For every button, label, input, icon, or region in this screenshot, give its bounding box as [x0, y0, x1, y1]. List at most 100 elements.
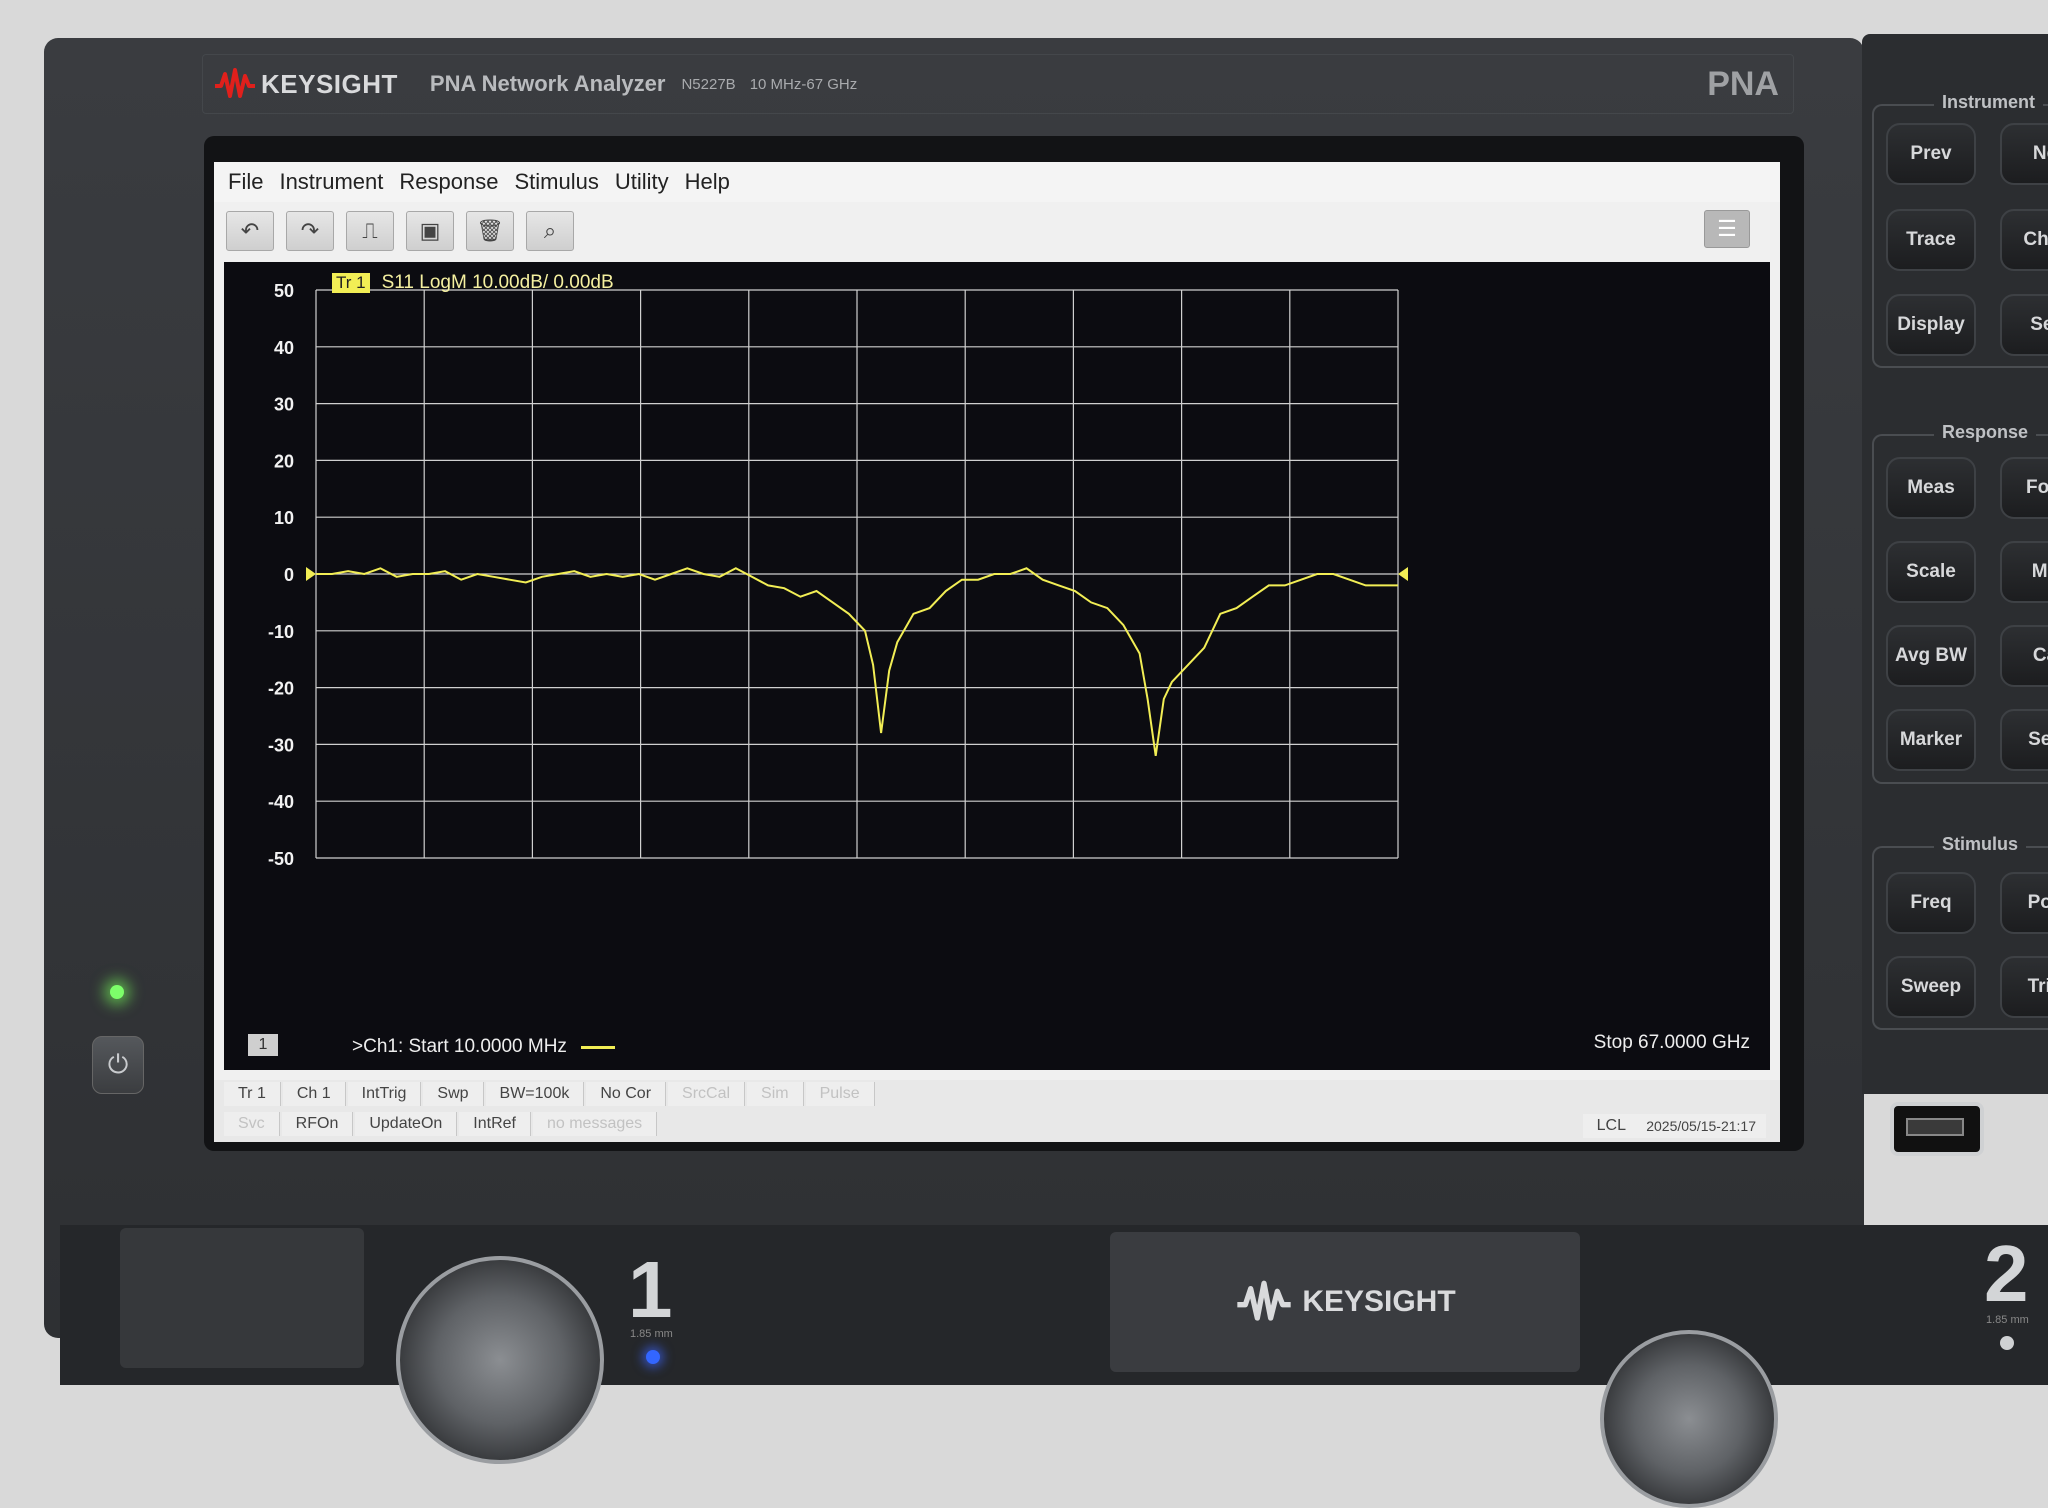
trace-color-swatch [580, 1045, 615, 1049]
zoom-icon: ⌕ [543, 218, 557, 243]
menu-bar: File Instrument Response Stimulus Utilit… [214, 162, 1780, 202]
response-group-title: Response [1934, 422, 2037, 443]
status-row-1: Tr 1 Ch 1 IntTrig Swp BW=100k No Cor SrcCal Sim… [224, 1082, 877, 1106]
trace-description[interactable]: S11 LogM 10.00dB/ 0.00dB [382, 272, 614, 294]
menu-utility[interactable]: Utility [615, 169, 669, 195]
scale-key[interactable]: Scale [1886, 541, 1976, 603]
plot-window[interactable]: 50 40 30 20 10 0 -10 -20 -30 -40 -50 Tr 1 S11 LogM… [224, 262, 1770, 1070]
port-1-label: 1 [628, 1245, 673, 1334]
y-tick-label: -30 [268, 735, 294, 755]
menu-stimulus[interactable]: Stimulus [514, 169, 598, 195]
y-tick-label: -10 [268, 622, 294, 642]
usb-icon [1906, 1118, 1964, 1136]
menu-instrument[interactable]: Instrument [279, 169, 383, 195]
meas-key[interactable]: Meas [1886, 457, 1976, 519]
delete-button[interactable]: 🗑 [466, 211, 514, 251]
status-cell-srccal[interactable]: SrcCal [668, 1082, 746, 1106]
zoom-button[interactable]: ⌕ [526, 211, 574, 251]
math-key[interactable]: Ma [2000, 541, 2048, 603]
start-frequency-text: >Ch1: Start 10.0000 MHz [352, 1036, 567, 1057]
next-key[interactable]: Ne [2000, 123, 2048, 185]
status-cell-pulse[interactable]: Pulse [805, 1082, 875, 1106]
status-cell-swp[interactable]: Swp [423, 1082, 484, 1106]
undo-button[interactable]: ↶ [226, 211, 274, 251]
status-cell-sim[interactable]: Sim [747, 1082, 804, 1106]
channel-badge[interactable]: 1 [248, 1034, 278, 1056]
analyzer-screen: File Instrument Response Stimulus Utilit… [214, 162, 1780, 1142]
port-1-led [646, 1350, 660, 1364]
status-cell-updateon[interactable]: UpdateOn [355, 1112, 458, 1136]
status-cell-no-cor[interactable]: No Cor [586, 1082, 667, 1106]
y-tick-label: 10 [274, 508, 294, 528]
screen-capture-button[interactable]: ▣ [406, 211, 454, 251]
usb-port[interactable] [1890, 1102, 1984, 1156]
status-cell-tr-1[interactable]: Tr 1 [224, 1082, 281, 1106]
status-row-2: Svc RFOn UpdateOn IntRef no messages [224, 1112, 659, 1136]
y-tick-label: -50 [268, 849, 294, 869]
y-tick-label: -40 [268, 792, 294, 812]
y-tick-label: 0 [284, 565, 294, 585]
keysight-wave-icon [215, 68, 255, 98]
delete-icon: 🗑 [476, 218, 504, 243]
display-key[interactable]: Display [1886, 294, 1976, 356]
port-bracket [120, 1228, 364, 1368]
status-cell-intref[interactable]: IntRef [459, 1112, 531, 1136]
avg-bw-key[interactable]: Avg BW [1886, 625, 1976, 687]
redo-button[interactable]: ↷ [286, 211, 334, 251]
lcl-indicator: LCL [1582, 1114, 1640, 1138]
freq-key[interactable]: Freq [1886, 872, 1976, 934]
grid-menu-icon: ☰ [1717, 216, 1737, 241]
reference-marker-right [1398, 567, 1408, 581]
marker-key[interactable]: Marker [1886, 709, 1976, 771]
power-led [110, 985, 124, 999]
power-icon: ⏻ [107, 1049, 129, 1079]
sweep-key[interactable]: Sweep [1886, 956, 1976, 1018]
search-key[interactable]: Sea [2000, 709, 2048, 771]
trigger-key[interactable]: Trig [2000, 956, 2048, 1018]
port-1-connector[interactable] [396, 1256, 604, 1464]
menu-help[interactable]: Help [685, 169, 730, 195]
port-2-led [2000, 1336, 2014, 1350]
menu-response[interactable]: Response [399, 169, 498, 195]
frequency-range: 10 MHz-67 GHz [749, 75, 858, 93]
y-tick-label: -20 [268, 679, 294, 699]
format-key[interactable]: Forr [2000, 457, 2048, 519]
power-level-key[interactable]: Pov [2000, 872, 2048, 934]
stop-frequency-label: Stop 67.0000 GHz [1593, 1032, 1750, 1053]
undo-icon: ↶ [240, 218, 260, 243]
power-button[interactable]: ⏻ [92, 1036, 144, 1094]
keysight-wave-icon [1237, 1280, 1291, 1321]
setup-key[interactable]: Set [2000, 294, 2048, 356]
layout-menu-button[interactable]: ☰ [1704, 210, 1750, 248]
trace-label: Tr 1 S11 LogM 10.00dB/ 0.00dB [332, 272, 614, 294]
y-tick-label: 20 [274, 451, 294, 471]
add-trace-button[interactable]: ⎍ [346, 211, 394, 251]
status-cell-ch-1[interactable]: Ch 1 [282, 1082, 346, 1106]
keysight-logo: KEYSIGHT [213, 66, 398, 102]
port-4-connector[interactable] [1600, 1330, 1778, 1508]
s11-chart: 50 40 30 20 10 0 -10 -20 -30 -40 -50 [268, 281, 1408, 869]
prev-key[interactable]: Prev [1886, 123, 1976, 185]
stimulus-group-title: Stimulus [1934, 834, 2027, 855]
redo-icon: ↷ [300, 218, 320, 243]
status-cell-bw-100k[interactable]: BW=100k [485, 1082, 585, 1106]
cal-key[interactable]: Ca [2000, 625, 2048, 687]
instrument-group-title: Instrument [1934, 92, 2044, 113]
add-trace-icon: ⎍ [362, 218, 378, 243]
y-tick-label: 50 [274, 281, 294, 301]
channel-key[interactable]: Char [2000, 209, 2048, 271]
model-name: PNA Network Analyzer [429, 71, 666, 96]
y-tick-label: 30 [274, 395, 294, 415]
port-2-connector-type: 1.85 mm [1986, 1314, 2029, 1326]
toolbar: ↶ ↷ ⎍ ▣ 🗑 ⌕ [214, 206, 1780, 256]
status-cell-rfon[interactable]: RFOn [281, 1112, 354, 1136]
status-cell-svc[interactable]: Svc [224, 1112, 280, 1136]
timestamp: 2025/05/15-21:17 [1636, 1114, 1766, 1138]
status-cell-inttrig[interactable]: IntTrig [347, 1082, 422, 1106]
menu-file[interactable]: File [228, 169, 263, 195]
trace-badge[interactable]: Tr 1 [332, 273, 370, 293]
trace-key[interactable]: Trace [1886, 209, 1976, 271]
start-frequency-label: >Ch1: Start 10.0000 MHz [352, 1036, 615, 1058]
status-cell-no-messages[interactable]: no messages [532, 1112, 658, 1136]
port-2-label: 2 [1984, 1229, 2029, 1318]
